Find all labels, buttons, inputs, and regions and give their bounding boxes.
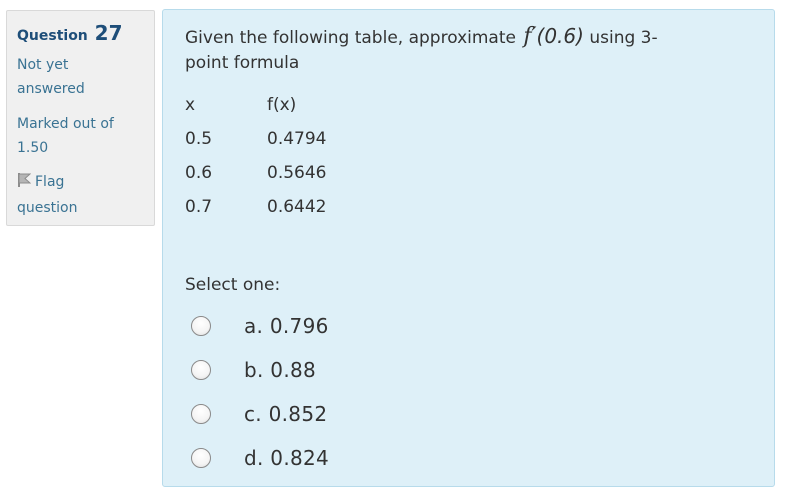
answer-label-a: a. 0.796 [244, 314, 329, 338]
flag-label-line-1: Flag [35, 174, 65, 190]
answer-option-a[interactable]: a. 0.796 [191, 304, 329, 348]
question-text-before: Given the following table, approximate [185, 28, 516, 48]
question-text-after-1: using 3- [589, 28, 658, 48]
question-content-panel: Given the following table, approximate f… [162, 9, 775, 487]
answer-option-d[interactable]: d. 0.824 [191, 436, 329, 480]
question-info-panel: Question 27 Not yet answered Marked out … [6, 10, 155, 226]
answer-option-c[interactable]: c. 0.852 [191, 392, 329, 436]
table-cell-fx: 0.4794 [267, 129, 327, 149]
question-prefix: Question [17, 28, 88, 44]
flag-question-link[interactable]: Flag question [17, 170, 144, 220]
grade-line-2: 1.50 [17, 140, 49, 156]
radio-button-c[interactable] [191, 404, 211, 424]
function-symbol: f [523, 24, 532, 49]
question-grade: Marked out of 1.50 [17, 112, 144, 160]
answer-label-b: b. 0.88 [244, 358, 317, 382]
derivative-expression: f′(0.6) [523, 24, 584, 49]
table-header-x: x [185, 95, 196, 115]
table-header-row: x f(x) [185, 88, 357, 122]
radio-button-b[interactable] [191, 360, 211, 380]
answer-options: a. 0.796 b. 0.88 c. 0.852 d. 0.824 [191, 304, 329, 480]
question-number-heading: Question 27 [17, 21, 144, 48]
derivative-argument: (0.6) [536, 24, 584, 48]
question-text: Given the following table, approximate f… [185, 24, 745, 76]
flag-icon [17, 172, 35, 196]
answer-option-b[interactable]: b. 0.88 [191, 348, 329, 392]
table-cell-fx: 0.6442 [267, 197, 327, 217]
table-row: 0.7 0.6442 [185, 190, 357, 224]
table-cell-x: 0.7 [185, 197, 213, 217]
table-cell-fx: 0.5646 [267, 163, 327, 183]
state-line-2: answered [17, 81, 85, 97]
select-prompt: Select one: [185, 275, 281, 295]
table-header-fx: f(x) [267, 95, 297, 115]
table-cell-x: 0.6 [185, 163, 213, 183]
quiz-page: Question 27 Not yet answered Marked out … [0, 0, 800, 492]
table-row: 0.5 0.4794 [185, 122, 357, 156]
state-line-1: Not yet [17, 57, 69, 73]
question-state: Not yet answered [17, 53, 144, 101]
answer-label-d: d. 0.824 [244, 446, 330, 470]
data-table: x f(x) 0.5 0.4794 0.6 0.5646 0.7 0.6442 [185, 88, 357, 224]
radio-button-a[interactable] [191, 316, 211, 336]
table-row: 0.6 0.5646 [185, 156, 357, 190]
radio-button-d[interactable] [191, 448, 211, 468]
flag-label-line-2: question [17, 200, 78, 216]
question-number: 27 [94, 21, 123, 45]
grade-line-1: Marked out of [17, 116, 114, 132]
question-text-after-2: point formula [185, 53, 300, 73]
answer-label-c: c. 0.852 [244, 402, 328, 426]
table-cell-x: 0.5 [185, 129, 213, 149]
